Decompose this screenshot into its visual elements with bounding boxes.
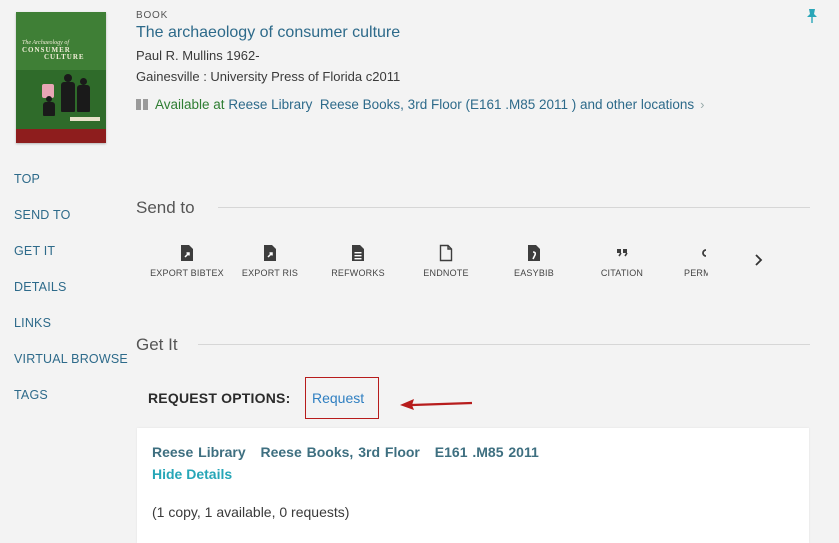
chevron-right-icon[interactable] [750,252,766,268]
link-icon [702,249,707,257]
refworks-button[interactable]: REFWORKS [318,244,398,278]
quote-icon [617,249,628,257]
cover-bottom-band [16,129,106,143]
send-item-label: EXPORT RIS [241,268,299,278]
cover-silhouette [77,85,90,112]
request-options-label: REQUEST OPTIONS: [148,390,291,406]
nav-details[interactable]: DETAILS [14,280,67,294]
record-publisher: Gainesville : University Press of Florid… [136,69,401,84]
export-ris-button[interactable]: EXPORT RIS [230,244,310,278]
section-divider [198,344,810,345]
endnote-button[interactable]: ENDNOTE [406,244,486,278]
send-item-label: EXPORT BIBTEX [150,268,224,278]
document-lines-icon [352,245,364,261]
nav-get-it[interactable]: GET IT [14,244,55,258]
export-file-icon [264,245,276,261]
arrow-left-icon [400,399,473,410]
nav-links[interactable]: LINKS [14,316,51,330]
cover-author-strip [70,117,100,121]
send-item-label: PERM [684,268,708,278]
send-item-label: CITATION [600,268,644,278]
easybib-button[interactable]: EASYBIB [494,244,574,278]
availability-location[interactable]: Reese Books, 3rd Floor (E161 .M85 2011 )… [320,97,694,112]
request-link[interactable]: Request [312,390,364,406]
get-it-heading: Get It [136,335,178,354]
send-to-heading: Send to [136,198,195,217]
section-divider [218,207,810,208]
cover-silhouette [43,102,55,116]
send-item-label: ENDNOTE [423,268,469,278]
cover-silhouette [64,74,72,82]
nav-top[interactable]: TOP [14,172,40,186]
resource-type: BOOK [136,10,169,21]
chevron-right-icon[interactable]: › [700,97,704,112]
export-file-icon [181,245,193,261]
citation-button[interactable]: CITATION [582,244,662,278]
availability-library[interactable]: Reese Library [228,97,312,112]
send-item-label: REFWORKS [331,268,385,278]
nav-tags[interactable]: TAGS [14,388,48,402]
hide-details-link[interactable]: Hide Details [152,466,232,482]
cover-silhouette [80,78,87,85]
nav-send-to[interactable]: SEND TO [14,208,71,222]
copies-summary: (1 copy, 1 available, 0 requests) [152,504,350,520]
book-icon [136,99,149,110]
cover-title-line: CULTURE [44,53,85,61]
location-call-number: E161 .M85 2011 [434,444,539,460]
easybib-icon [528,245,540,261]
location-sublocation: Reese Books, 3rd Floor [260,444,420,460]
cover-title: The Archaeology of CONSUMER CULTURE [22,40,102,61]
nav-virtual-browse[interactable]: VIRTUAL BROWSE [14,352,128,366]
availability-line[interactable]: Available at Reese Library Reese Books, … [136,97,704,112]
location-library: Reese Library [152,444,246,460]
record-title[interactable]: The archaeology of consumer culture [136,24,400,42]
blank-document-icon [439,244,453,262]
export-bibtex-button[interactable]: EXPORT BIBTEX [147,244,227,278]
availability-status: Available at [155,97,225,112]
pin-icon[interactable] [805,8,819,24]
send-item-label: EASYBIB [514,268,554,278]
record-author: Paul R. Mullins 1962- [136,48,260,63]
permalink-button[interactable]: PERM [664,244,708,278]
cover-silhouette [61,82,75,112]
book-cover-thumbnail[interactable]: The Archaeology of CONSUMER CULTURE [16,12,106,143]
location-header[interactable]: Reese Library Reese Books, 3rd Floor E16… [152,444,549,460]
